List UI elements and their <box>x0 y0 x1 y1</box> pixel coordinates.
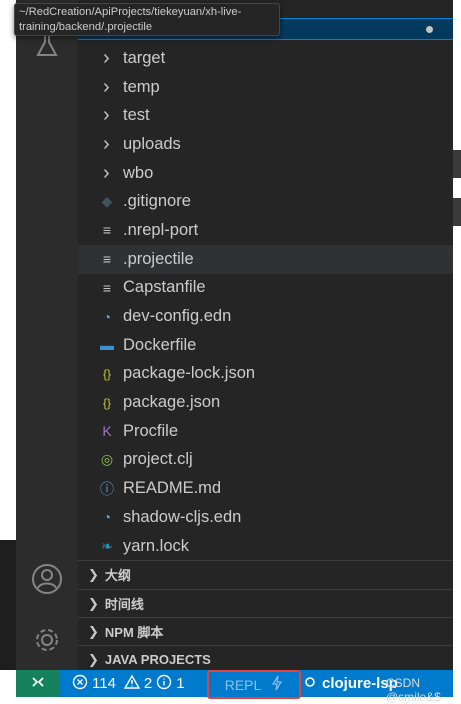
modified-dot-icon <box>426 26 433 33</box>
item-label: package.json <box>123 393 221 412</box>
remote-icon <box>30 674 46 694</box>
warning-icon <box>123 674 141 694</box>
edn-icon: ◔ <box>102 509 112 526</box>
file-tree: › target › temp › test › uploads › wbo ◆ .gitignore… <box>78 44 453 560</box>
file-item[interactable]: ◔ dev-config.edn <box>78 302 453 331</box>
repl-button[interactable]: REPL <box>207 670 301 699</box>
file-item[interactable]: ≡ .nrepl-port <box>78 216 453 245</box>
chevron-right-icon: › <box>103 46 110 69</box>
remote-button[interactable] <box>16 670 60 697</box>
clojure-icon: ◎ <box>100 451 114 468</box>
watermark: CSDN @smile&$ <box>386 676 441 704</box>
chevron-right-icon: › <box>103 104 110 127</box>
item-label: yarn.lock <box>123 536 190 555</box>
item-label: package-lock.json <box>123 364 256 383</box>
scroll-marker <box>453 198 461 226</box>
item-label: project.clj <box>123 450 193 469</box>
item-label: test <box>123 106 150 125</box>
text-lines-icon: ≡ <box>102 222 112 239</box>
file-item[interactable]: K Procfile <box>78 417 453 446</box>
file-item[interactable]: ▬ Dockerfile <box>78 331 453 360</box>
heroku-icon: K <box>102 423 112 440</box>
status-circle-icon <box>304 675 316 692</box>
error-count: 114 <box>92 675 116 692</box>
panel-label: NPM 脚本 <box>104 625 164 640</box>
panel-outline[interactable]: ❯ 大纲 <box>78 560 453 588</box>
item-label: .nrepl-port <box>123 220 199 239</box>
scroll-marker <box>453 150 461 178</box>
item-label: Capstanfile <box>123 278 206 297</box>
problems-button[interactable]: 114 2 1 <box>72 670 185 697</box>
file-item[interactable]: ◔ shadow-cljs.edn <box>78 503 453 532</box>
file-item[interactable]: {} package.json <box>78 388 453 417</box>
file-item[interactable]: ⓘ README.md <box>78 474 453 503</box>
text-lines-icon: ≡ <box>102 279 112 296</box>
settings-gear-icon[interactable] <box>16 625 78 655</box>
panel-npm-scripts[interactable]: ❯ NPM 脚本 <box>78 617 453 645</box>
file-item[interactable]: ◆ .gitignore <box>78 187 453 216</box>
item-label: README.md <box>123 479 222 498</box>
file-item[interactable]: {} package-lock.json <box>78 360 453 389</box>
info-icon <box>156 674 172 694</box>
warning-count: 2 <box>143 675 153 692</box>
left-margin-dark <box>0 540 16 670</box>
git-icon: ◆ <box>101 193 113 210</box>
panel-label: 大纲 <box>104 568 131 583</box>
item-label: Dockerfile <box>123 335 197 354</box>
info-icon: ⓘ <box>100 480 114 497</box>
chevron-right-icon: ❯ <box>88 566 99 582</box>
panel-label: JAVA PROJECTS <box>104 652 211 667</box>
json-braces-icon: {} <box>102 366 111 381</box>
right-margin <box>453 0 461 697</box>
text-lines-icon: ≡ <box>102 251 112 268</box>
folder-item[interactable]: › test <box>78 101 453 130</box>
item-label: .gitignore <box>123 192 191 211</box>
panel-timeline[interactable]: ❯ 时间线 <box>78 589 453 617</box>
clojure-lsp-status[interactable]: clojure-lsp <box>304 670 398 697</box>
chevron-right-icon: › <box>103 161 110 184</box>
folder-item[interactable]: › target <box>78 44 453 73</box>
chevron-right-icon: ❯ <box>88 595 99 611</box>
yarn-icon: ❧ <box>101 537 113 554</box>
activity-bar <box>16 0 78 670</box>
file-item[interactable]: ≡ .projectile <box>78 244 453 274</box>
docker-icon: ▬ <box>100 337 114 354</box>
item-label: Procfile <box>123 421 179 440</box>
lightning-icon <box>271 675 283 694</box>
chevron-right-icon: ❯ <box>88 623 99 639</box>
item-label: wbo <box>123 163 154 182</box>
file-item[interactable]: ❧ yarn.lock <box>78 532 453 561</box>
edn-icon: ◔ <box>102 308 112 325</box>
error-icon <box>72 674 88 694</box>
folder-item[interactable]: › uploads <box>78 130 453 159</box>
chevron-right-icon: › <box>103 75 110 98</box>
panel-java-projects[interactable]: ❯ JAVA PROJECTS <box>78 645 453 673</box>
json-braces-icon: {} <box>102 395 111 410</box>
chevron-right-icon: › <box>103 132 110 155</box>
folder-item[interactable]: › temp <box>78 73 453 102</box>
left-margin <box>0 0 16 540</box>
item-label: shadow-cljs.edn <box>123 507 242 526</box>
info-count: 1 <box>176 675 185 692</box>
repl-label: REPL <box>224 676 262 693</box>
chevron-right-icon: ❯ <box>88 651 99 667</box>
panel-label: 时间线 <box>104 597 144 612</box>
file-item[interactable]: ◎ project.clj <box>78 446 453 475</box>
folder-item[interactable]: › wbo <box>78 159 453 188</box>
account-icon[interactable] <box>16 563 78 595</box>
file-item[interactable]: ≡ Capstanfile <box>78 274 453 303</box>
item-label: uploads <box>123 134 181 153</box>
item-label: temp <box>123 77 160 96</box>
path-tooltip: ~/RedCreation/ApiProjects/tiekeyuan/xh-l… <box>14 3 280 36</box>
item-label: dev-config.edn <box>123 307 232 326</box>
item-label: .projectile <box>123 249 194 268</box>
item-label: target <box>123 48 166 67</box>
